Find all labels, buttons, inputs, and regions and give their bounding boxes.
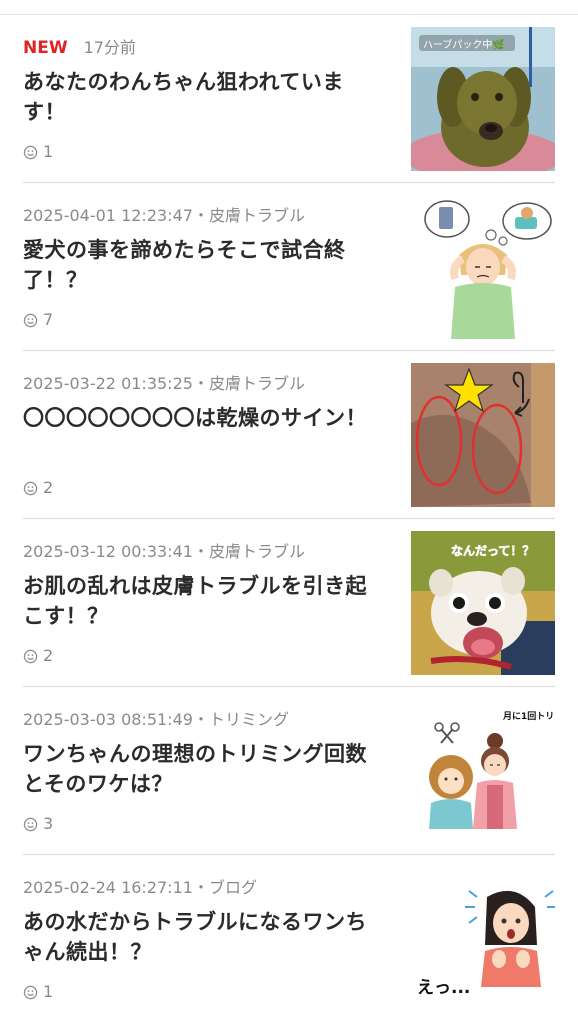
shocked-woman-illustration: えっ... [411,867,555,1011]
article-date: 2025-03-22 01:35:25 [23,374,193,393]
article-thumbnail[interactable] [411,195,555,339]
article-meta: 2025-03-12 00:33:41・皮膚トラブル [23,541,305,563]
thumb-caption: えっ... [417,978,470,998]
thumb-caption: 月に1回トリミング✂ [502,710,555,722]
article-thumbnail[interactable]: えっ... [411,867,555,1011]
article-title[interactable]: あなたのわんちゃん狙われています！ [23,67,375,127]
article-meta: 2025-03-22 01:35:25・皮膚トラブル [23,373,305,395]
article-thumbnail[interactable]: 月に1回トリミング✂ [411,699,555,843]
article-item[interactable]: 2025-03-12 00:33:41・皮膚トラブル お肌の乱れは皮膚トラブルを… [23,519,555,687]
article-date: 2025-03-03 08:51:49 [23,710,193,729]
article-item[interactable]: 2025-02-24 16:27:11・ブログ あの水だからトラブルになるワンち… [23,855,555,1023]
worried-woman-illustration [411,195,555,339]
article-thumbnail[interactable]: ハーブパック中🌿 [411,27,555,171]
comment-count-value: 2 [43,646,54,665]
trimming-illustration: 月に1回トリミング✂ [411,699,555,843]
article-item[interactable]: 2025-04-01 12:23:47・皮膚トラブル 愛犬の事を諦めたらそこで試… [23,183,555,351]
smile-icon [23,313,38,327]
article-title[interactable]: 愛犬の事を諦めたらそこで試合終了！？ [23,235,375,295]
article-item[interactable]: 2025-03-03 08:51:49・トリミング ワンちゃんの理想のトリミング… [23,687,555,855]
article-meta: 2025-04-01 12:23:47・皮膚トラブル [23,205,305,227]
comment-count: 2 [23,478,53,498]
article-date: 2025-03-12 00:33:41 [23,542,193,561]
comment-count-value: 1 [43,142,54,161]
article-category: ・ブログ [192,878,257,897]
comment-count: 1 [23,142,53,162]
article-date: 2025-04-01 12:23:47 [23,206,193,225]
article-item[interactable]: NEW 17分前 あなたのわんちゃん狙われています！ 1 ハーブパック中🌿 [23,15,555,183]
dog-herb-pack-photo: ハーブパック中🌿 [411,27,555,171]
new-badge: NEW [23,38,68,58]
thumb-caption: なんだって！？ [451,544,534,558]
smile-icon [23,481,38,495]
comment-count: 7 [23,310,53,330]
article-item[interactable]: 2025-03-22 01:35:25・皮膚トラブル 〇〇〇〇〇〇〇〇は乾燥のサ… [23,351,555,519]
comment-count: 1 [23,982,53,1002]
article-title[interactable]: あの水だからトラブルになるワンちゃん続出！？ [23,907,375,967]
surprised-bulldog-photo: なんだって！？ [411,531,555,675]
article-category: ・皮膚トラブル [192,206,305,225]
article-title[interactable]: お肌の乱れは皮膚トラブルを引き起こす！？ [23,571,375,631]
article-date: 2025-02-24 16:27:11 [23,878,193,897]
article-feed: NEW 17分前 あなたのわんちゃん狙われています！ 1 ハーブパック中🌿 20… [0,15,578,1023]
article-title[interactable]: 〇〇〇〇〇〇〇〇は乾燥のサイン！ [23,403,375,433]
smile-icon [23,145,38,159]
article-title[interactable]: ワンちゃんの理想のトリミング回数とそのワケは？ [23,739,375,799]
article-category: ・皮膚トラブル [192,542,305,561]
thumb-caption: ハーブパック中🌿 [423,38,505,51]
dry-skin-closeup-photo [411,363,555,507]
smile-icon [23,985,38,999]
article-category: ・皮膚トラブル [192,374,305,393]
comment-count-value: 2 [43,478,54,497]
comment-count-value: 7 [43,310,54,329]
smile-icon [23,649,38,663]
article-thumbnail[interactable]: なんだって！？ [411,531,555,675]
comment-count-value: 1 [43,982,54,1001]
article-date: 17分前 [83,38,136,57]
smile-icon [23,817,38,831]
article-category: ・トリミング [192,710,289,729]
comment-count-value: 3 [43,814,54,833]
comment-count: 3 [23,814,53,834]
article-meta: NEW 17分前 [23,37,136,59]
article-meta: 2025-03-03 08:51:49・トリミング [23,709,289,731]
article-thumbnail[interactable] [411,363,555,507]
article-meta: 2025-02-24 16:27:11・ブログ [23,877,257,899]
comment-count: 2 [23,646,53,666]
